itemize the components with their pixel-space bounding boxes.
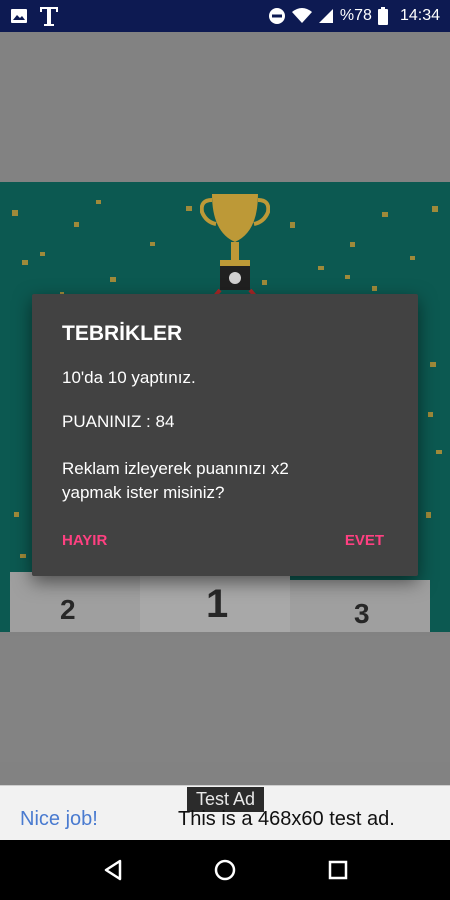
dialog-title: TEBRİKLER (62, 322, 183, 345)
recents-icon[interactable] (324, 856, 352, 884)
navigation-bar (0, 840, 450, 900)
home-icon[interactable] (211, 856, 239, 884)
wifi-icon (291, 8, 312, 23)
battery-icon (377, 7, 388, 25)
yes-button[interactable]: EVET (345, 532, 384, 549)
no-button[interactable]: HAYIR (62, 532, 107, 549)
dialog-score-text: PUANINIZ : 84 (62, 412, 175, 431)
do-not-disturb-icon (268, 8, 285, 24)
text-notification-icon (40, 7, 58, 26)
dialog-result-text: 10'da 10 yaptınız. (62, 368, 196, 387)
ad-link-text[interactable]: Nice job! (20, 808, 98, 831)
signal-icon (318, 9, 333, 23)
clock: 14:34 (399, 7, 440, 24)
ad-body-text: This is a 468x60 test ad. (178, 808, 395, 830)
battery-percent: %78 (339, 7, 372, 24)
dialog-question-text: Reklam izleyerek puanınızı x2 yapmak ist… (62, 459, 289, 502)
gallery-notification-icon (11, 9, 27, 23)
status-bar: %78 14:34 (0, 0, 450, 32)
back-icon[interactable] (100, 856, 128, 884)
score-dialog: TEBRİKLER 10'da 10 yaptınız. PUANINIZ : … (32, 294, 418, 576)
